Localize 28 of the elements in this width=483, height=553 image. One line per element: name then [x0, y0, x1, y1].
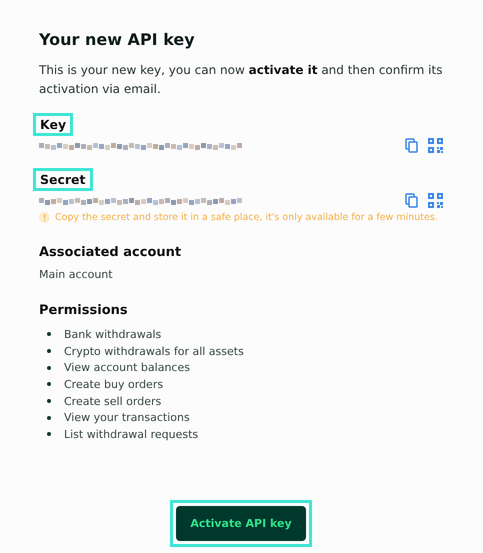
permission-item: View your transactions — [64, 411, 190, 424]
permission-item: View account balances — [64, 361, 190, 374]
bullet-icon — [47, 366, 51, 370]
bullet-icon — [47, 432, 51, 436]
intro-text: This is your new key, you can now activate it and then confirm its activation via email. — [39, 62, 443, 98]
activate-button[interactable]: Activate API key — [176, 506, 306, 541]
copy-icon[interactable] — [405, 192, 418, 208]
permission-item: Bank withdrawals — [64, 328, 162, 341]
field-label: Secret — [33, 168, 93, 191]
dialog-title: Your new API key — [39, 30, 196, 49]
copy-icon[interactable] — [405, 138, 418, 152]
bullet-icon — [47, 332, 51, 336]
section-heading: Associated account — [39, 245, 182, 260]
permission-item: Create buy orders — [64, 378, 164, 391]
bullet-icon — [47, 399, 51, 404]
section-heading: Permissions — [39, 303, 129, 318]
qr-code-icon[interactable] — [428, 138, 443, 152]
warning-icon — [39, 212, 50, 223]
qr-code-icon[interactable] — [428, 192, 443, 208]
bullet-icon — [47, 416, 51, 420]
permission-item: Crypto withdrawals for all assets — [64, 344, 244, 358]
bullet-icon — [47, 349, 51, 354]
permission-item: Create sell orders — [64, 394, 162, 408]
permission-item: List withdrawal requests — [64, 428, 198, 441]
warning-text: Copy the secret and store it in a safe place, it's only available for a few minutes. — [55, 212, 438, 223]
account-name: Main account — [39, 268, 114, 281]
bullet-icon — [47, 382, 51, 386]
field-label: Key — [33, 113, 74, 136]
